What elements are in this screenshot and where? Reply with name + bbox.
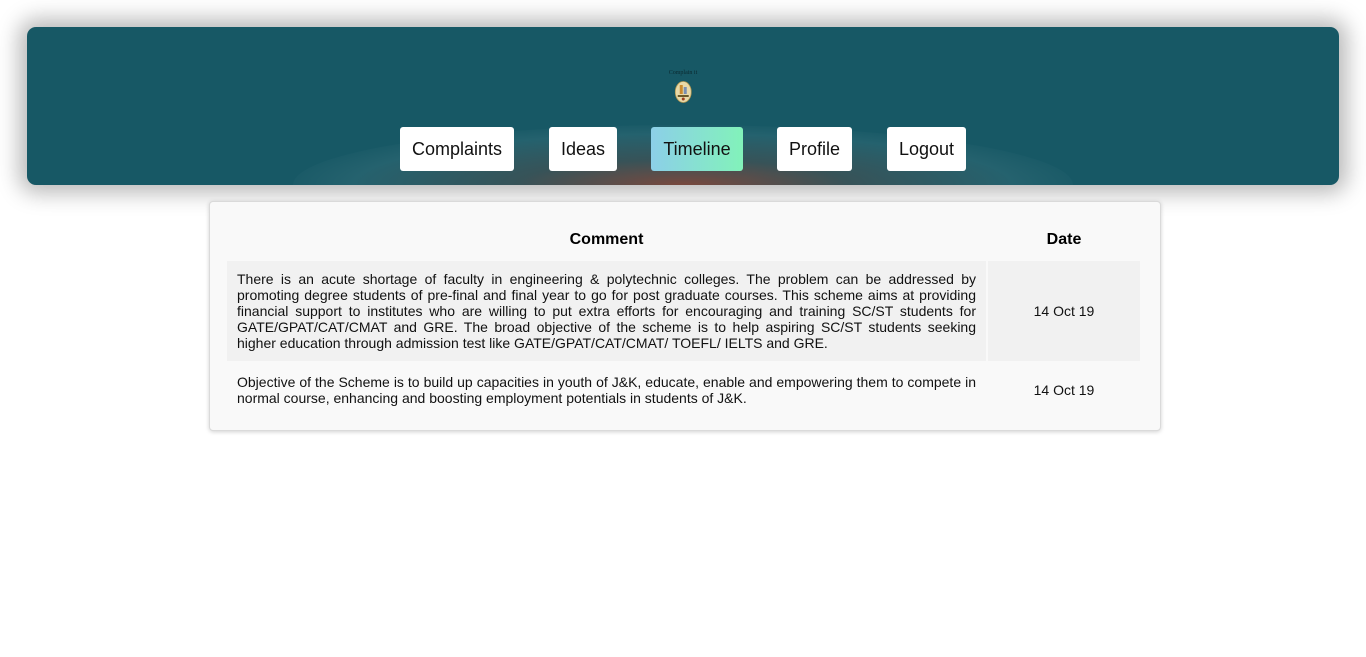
nav-timeline-button[interactable]: Timeline xyxy=(651,127,743,171)
brand[interactable]: Complain it xyxy=(668,70,698,103)
comment-cell: Objective of the Scheme is to build up c… xyxy=(237,374,976,406)
table-row: There is an acute shortage of faculty in… xyxy=(227,261,1140,361)
column-header-comment: Comment xyxy=(569,231,644,248)
table-row: Objective of the Scheme is to build up c… xyxy=(227,362,1140,418)
nav-profile-button[interactable]: Profile xyxy=(777,127,852,171)
main-nav: Complaints Ideas Timeline Profile Logout xyxy=(27,127,1339,171)
nav-complaints-button[interactable]: Complaints xyxy=(400,127,514,171)
emblem-icon xyxy=(674,81,692,103)
comment-cell: There is an acute shortage of faculty in… xyxy=(227,261,986,361)
timeline-card: Comment Date There is an acute shortage … xyxy=(209,201,1161,431)
nav-ideas-button[interactable]: Ideas xyxy=(549,127,617,171)
column-header-date: Date xyxy=(1046,231,1082,248)
nav-logout-button[interactable]: Logout xyxy=(887,127,966,171)
date-cell: 14 Oct 19 xyxy=(988,261,1140,361)
timeline-table: Comment Date There is an acute shortage … xyxy=(225,219,1142,419)
site-header: Complain it Complaints Ideas Timeline Pr… xyxy=(27,27,1339,185)
date-cell: 14 Oct 19 xyxy=(1033,382,1095,398)
brand-name: Complain it xyxy=(668,70,698,76)
table-header-row: Comment Date xyxy=(227,220,1140,260)
